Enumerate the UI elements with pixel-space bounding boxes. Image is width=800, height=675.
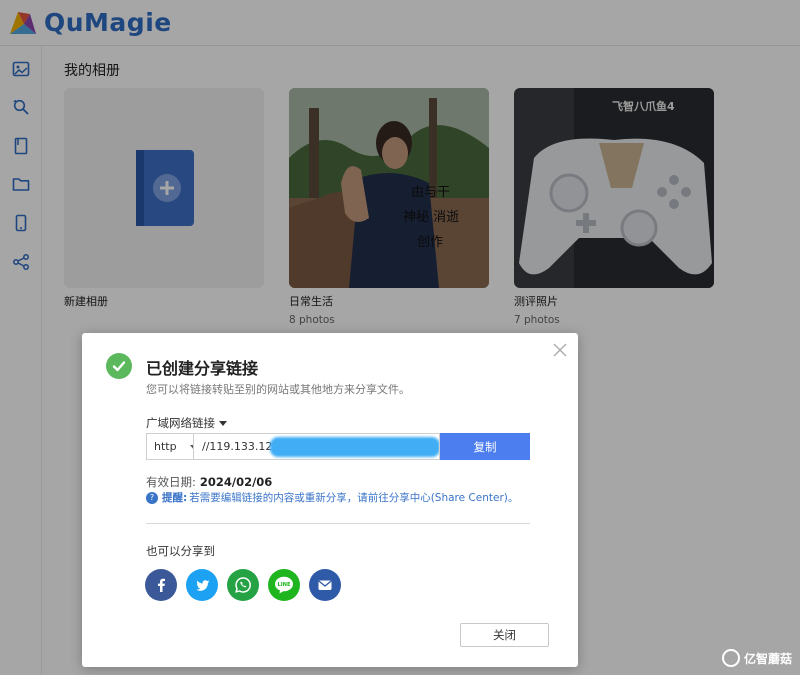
expiry-row: 有效日期: 2024/02/06 <box>146 474 272 490</box>
bulb-icon: ? <box>146 491 158 504</box>
facebook-button[interactable] <box>145 569 177 601</box>
tip-row: ? 提醒: 若需要编辑链接的内容或重新分享，请前往分享中心(Share Cent… <box>146 490 518 505</box>
expiry-value: 2024/02/06 <box>199 475 273 489</box>
divider <box>146 523 530 524</box>
whatsapp-button[interactable] <box>227 569 259 601</box>
tip-text[interactable]: 若需要编辑链接的内容或重新分享，请前往分享中心(Share Center)。 <box>189 490 518 505</box>
line-icon: LINE <box>275 576 293 594</box>
expiry-label: 有效日期: <box>146 475 196 489</box>
protocol-value: http <box>154 440 177 453</box>
copy-button[interactable]: 复制 <box>440 433 530 460</box>
watermark: 亿智蘑菇 <box>721 649 792 667</box>
watermark-logo-icon <box>721 649 740 667</box>
watermark-text: 亿智蘑菇 <box>743 651 792 666</box>
link-type-label: 广域网络链接 <box>146 416 215 430</box>
share-to-label: 也可以分享到 <box>146 544 215 558</box>
line-button[interactable]: LINE <box>268 569 300 601</box>
caret-down-icon <box>219 421 227 426</box>
dialog-title: 已创建分享链接 <box>146 359 259 378</box>
whatsapp-icon <box>235 577 251 593</box>
link-type-dropdown[interactable]: 广域网络链接 <box>146 415 227 431</box>
facebook-icon <box>158 578 165 592</box>
social-share-buttons: LINE <box>145 569 341 601</box>
share-url-field[interactable]: //119.133.12 <box>193 433 440 460</box>
redaction-mask <box>270 437 439 457</box>
line-glyph: LINE <box>277 582 291 588</box>
email-button[interactable] <box>309 569 341 601</box>
share-url-text: //119.133.12 <box>202 440 273 453</box>
share-link-dialog: 已创建分享链接 您可以将链接转贴至别的网站或其他地方来分享文件。 广域网络链接 … <box>82 333 578 667</box>
tip-label: 提醒: <box>162 492 188 504</box>
protocol-select[interactable]: http <box>146 433 198 460</box>
close-icon[interactable] <box>552 342 568 358</box>
twitter-icon <box>195 579 209 591</box>
email-icon <box>318 580 332 590</box>
twitter-button[interactable] <box>186 569 218 601</box>
close-button[interactable]: 关闭 <box>460 623 549 647</box>
dialog-subtitle: 您可以将链接转贴至别的网站或其他地方来分享文件。 <box>146 383 410 396</box>
link-row: http //119.133.12 复制 <box>146 433 530 460</box>
success-check-icon <box>106 353 132 379</box>
